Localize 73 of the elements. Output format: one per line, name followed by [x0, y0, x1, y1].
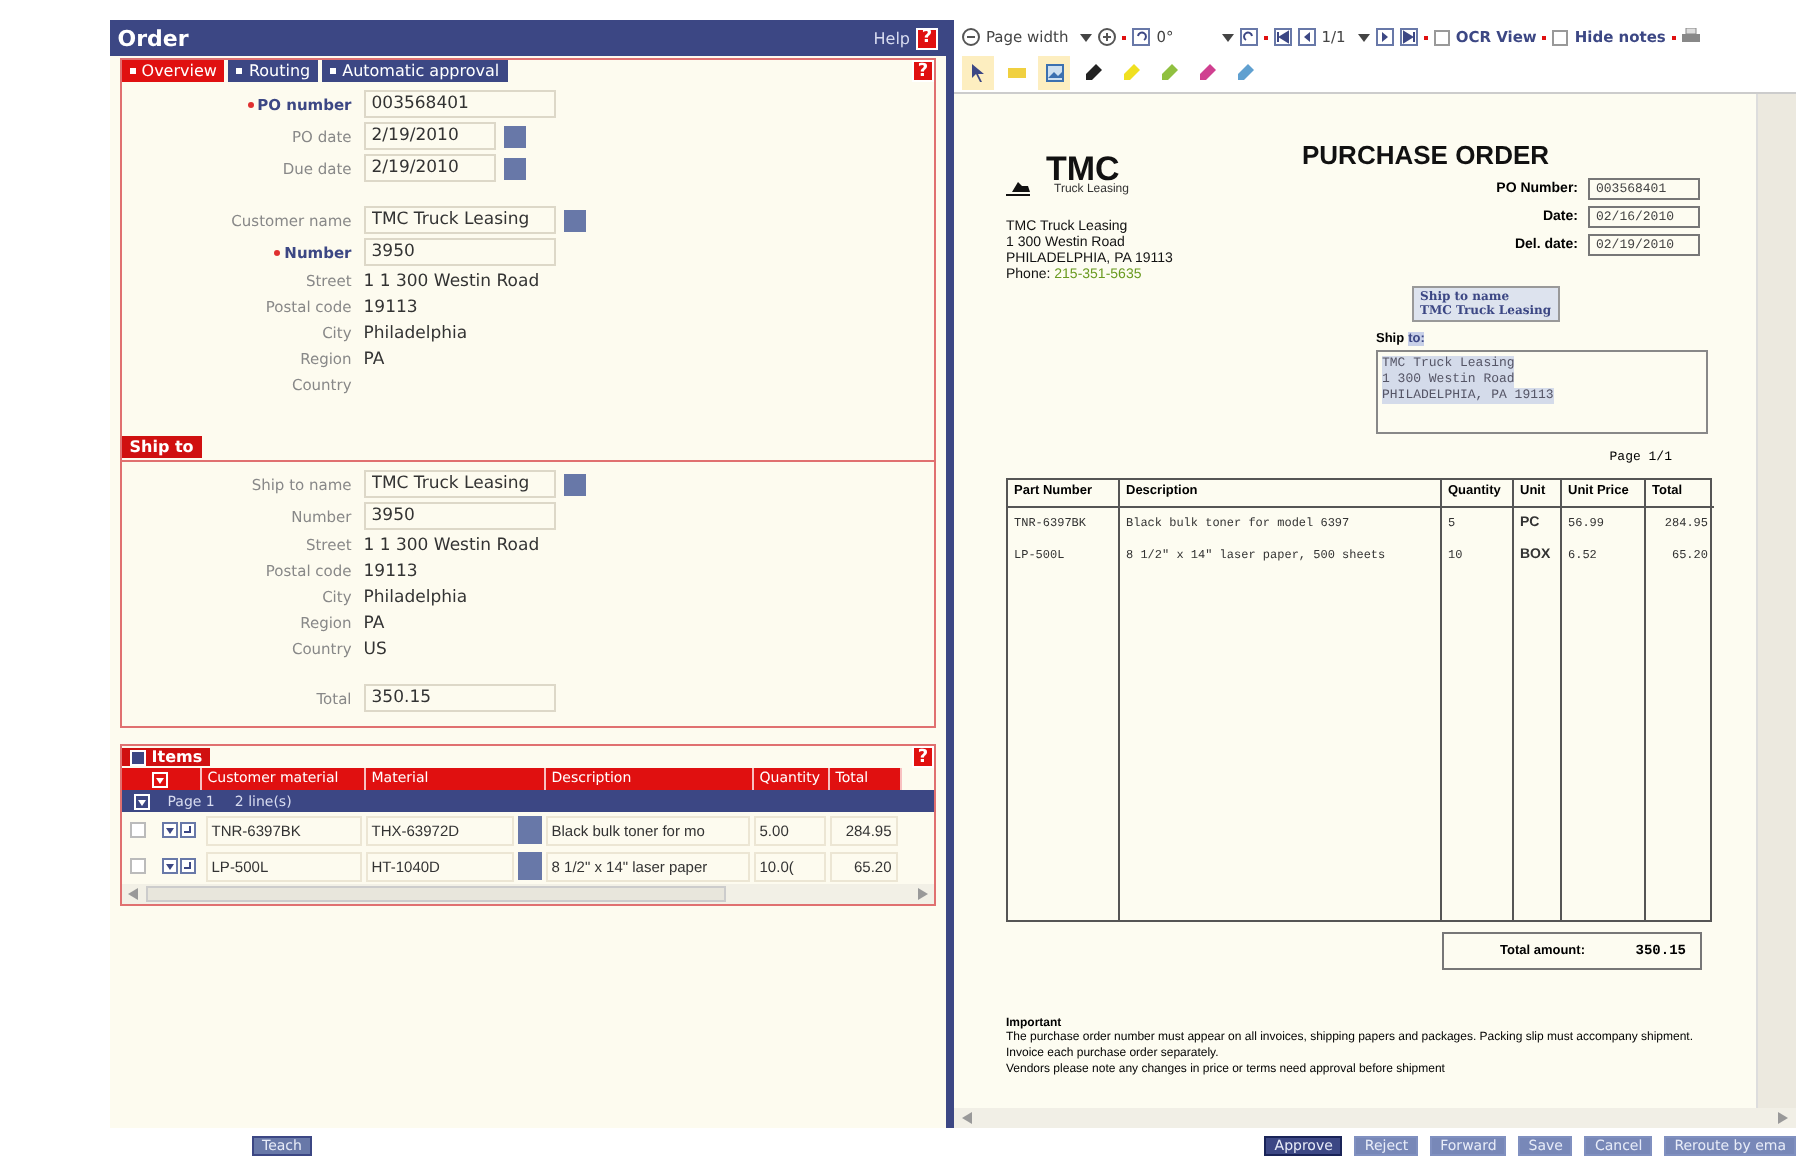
vertical-scrollbar[interactable] [1756, 94, 1796, 1108]
document-title: PURCHASE ORDER [1302, 140, 1550, 170]
previous-page-icon[interactable] [1297, 28, 1316, 46]
detail-icon[interactable] [179, 822, 196, 838]
detail-icon[interactable] [179, 858, 196, 874]
field-value: US [363, 639, 387, 659]
input-field[interactable]: 3950 [363, 238, 556, 266]
help-button[interactable]: ? [912, 60, 935, 82]
checkbox[interactable] [1433, 29, 1450, 45]
zoom-in-icon[interactable] [1098, 28, 1117, 46]
logo-icon [1006, 180, 1030, 196]
note-icon [1007, 64, 1025, 82]
caret-icon[interactable] [1221, 33, 1234, 41]
input-field[interactable]: 350.15 [363, 684, 556, 712]
scroll-right-icon[interactable] [1778, 1112, 1788, 1124]
field-value: 1 1 300 Westin Road [363, 271, 540, 291]
next-page-icon[interactable] [1375, 28, 1394, 46]
field-value: Philadelphia [363, 587, 468, 607]
scroll-left-icon[interactable] [962, 1112, 972, 1124]
date-field[interactable]: 2/19/2010 [363, 154, 496, 182]
scroll-left-icon[interactable] [127, 888, 138, 900]
tab[interactable]: Routing [228, 60, 319, 82]
row-checkbox[interactable] [129, 822, 146, 838]
tool-button[interactable] [962, 56, 994, 90]
rotate-left-icon[interactable] [1132, 28, 1151, 46]
row-checkbox[interactable] [129, 858, 146, 874]
tab[interactable]: Overview [121, 60, 225, 82]
print-icon[interactable] [1681, 28, 1700, 46]
lookup-button[interactable] [517, 852, 542, 880]
filter-icon[interactable] [133, 793, 150, 809]
marker-icon [1235, 64, 1253, 82]
caret-icon[interactable] [1357, 33, 1370, 41]
lookup-button[interactable] [563, 473, 586, 495]
help-button[interactable]: ? [912, 746, 935, 768]
calendar-button[interactable] [503, 125, 526, 147]
section-title[interactable]: Items [121, 748, 211, 766]
first-page-icon[interactable] [1273, 28, 1292, 46]
last-page-icon[interactable] [1399, 28, 1418, 46]
filter-icon[interactable] [152, 771, 169, 787]
marker-icon [1159, 64, 1177, 82]
horizontal-scrollbar[interactable] [121, 884, 935, 904]
expand-icon[interactable] [161, 858, 178, 874]
pointer-icon [969, 64, 987, 82]
field-value: PA [363, 349, 385, 369]
field-value: Philadelphia [363, 323, 468, 343]
field-value: PA [363, 613, 385, 633]
caret-icon[interactable] [1080, 33, 1093, 41]
lookup-button[interactable] [563, 209, 586, 231]
calendar-button[interactable] [503, 157, 526, 179]
image-icon [1045, 64, 1063, 82]
input-field[interactable]: TMC Truck Leasing [363, 206, 556, 234]
logo-text: TMC [1046, 154, 1120, 184]
panel-title: Order [117, 25, 189, 51]
field-value: 19113 [363, 561, 418, 581]
marker-icon [1121, 64, 1139, 82]
horizontal-scrollbar[interactable] [954, 1108, 1796, 1128]
marker-icon [1197, 64, 1215, 82]
input-field[interactable]: 3950 [363, 502, 556, 530]
expand-icon[interactable] [161, 822, 178, 838]
marker-icon [1083, 64, 1101, 82]
checkbox[interactable] [1552, 29, 1569, 45]
date-field[interactable]: 2/19/2010 [363, 122, 496, 150]
field-value: 1 1 300 Westin Road [363, 535, 540, 555]
lookup-button[interactable] [517, 816, 542, 844]
zoom-out-icon[interactable] [962, 28, 980, 46]
help-link[interactable]: Help [873, 29, 911, 47]
input-field[interactable]: 003568401 [363, 90, 556, 118]
scroll-right-icon[interactable] [918, 888, 929, 900]
rotate-right-icon[interactable] [1239, 28, 1258, 46]
tab[interactable]: Automatic approval [322, 60, 508, 82]
section-title: Ship to [121, 436, 202, 458]
input-field[interactable]: TMC Truck Leasing [363, 470, 556, 498]
field-value: 19113 [363, 297, 418, 317]
